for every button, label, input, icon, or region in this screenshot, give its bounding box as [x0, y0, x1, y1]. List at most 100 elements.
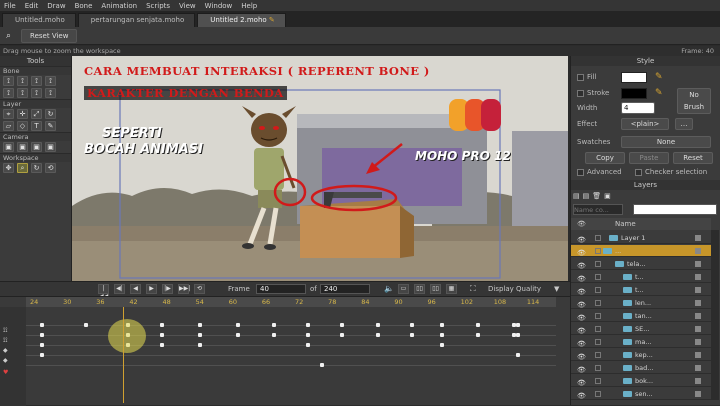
- rotate-bone-icon[interactable]: ⟟: [45, 76, 56, 86]
- play-reverse-icon[interactable]: ◀: [130, 284, 141, 294]
- layer-selection-checkbox[interactable]: [695, 300, 701, 306]
- layer-settings-icon[interactable]: ▣: [604, 192, 611, 203]
- keyframe[interactable]: [198, 333, 202, 337]
- layer-selection-checkbox[interactable]: [695, 274, 701, 280]
- keyframe[interactable]: [476, 323, 480, 327]
- text-tool-icon[interactable]: T: [31, 121, 42, 131]
- layer-visibility-checkbox[interactable]: [595, 313, 601, 319]
- keyframe[interactable]: [476, 333, 480, 337]
- menu-help[interactable]: Help: [241, 2, 257, 10]
- keyframe[interactable]: [160, 343, 164, 347]
- effect-options-button[interactable]: …: [675, 118, 693, 130]
- scale-bone-icon[interactable]: ⟟: [31, 76, 42, 86]
- search-icon[interactable]: ⌕: [6, 31, 11, 41]
- crop-icon[interactable]: ⛶: [470, 284, 476, 294]
- layer-selection-checkbox[interactable]: [695, 378, 701, 384]
- keyframe[interactable]: [306, 323, 310, 327]
- fill-checkbox[interactable]: [577, 73, 584, 81]
- keyframe[interactable]: [236, 333, 240, 337]
- layer-selection-checkbox[interactable]: [695, 326, 701, 332]
- zoom-workspace-icon[interactable]: ⌕: [17, 163, 28, 173]
- layer-row[interactable]: 👁 t...: [571, 271, 711, 283]
- menu-draw[interactable]: Draw: [47, 2, 65, 10]
- keyframe[interactable]: [516, 353, 520, 357]
- layer-row[interactable]: 👁 SE...: [571, 323, 711, 335]
- layer-selection-checkbox[interactable]: [695, 248, 701, 254]
- display-quality-dropdown[interactable]: Display Quality: [488, 285, 541, 293]
- layer-row[interactable]: 👁 t...: [571, 284, 711, 296]
- keyframe[interactable]: [40, 353, 44, 357]
- layer-row[interactable]: 👁 bok...: [571, 375, 711, 387]
- camera-track-icon[interactable]: ▣: [3, 142, 14, 152]
- camera-zoom-icon[interactable]: ▣: [17, 142, 28, 152]
- layer-selection-checkbox[interactable]: [695, 235, 701, 241]
- stroke-picker-icon[interactable]: ✎: [655, 88, 663, 98]
- timeline-track[interactable]: [26, 355, 556, 356]
- rewind-icon[interactable]: |◀◀: [98, 284, 109, 300]
- step-forward-icon[interactable]: |▶: [162, 284, 173, 294]
- checker-row[interactable]: Checker selection: [635, 168, 707, 176]
- keyframe[interactable]: [306, 333, 310, 337]
- advanced-checkbox[interactable]: [577, 168, 584, 176]
- keyframe[interactable]: [410, 323, 414, 327]
- layer-row[interactable]: 👁 sen...: [571, 388, 711, 400]
- playhead[interactable]: [123, 307, 124, 403]
- layer-row[interactable]: 👁 tan...: [571, 310, 711, 322]
- layer-visibility-checkbox[interactable]: [595, 235, 601, 241]
- layer-name-filter[interactable]: [573, 204, 623, 215]
- scale-layer-icon[interactable]: ⤢: [31, 109, 42, 119]
- layer-row[interactable]: 👁 len...: [571, 297, 711, 309]
- keyframe[interactable]: [40, 343, 44, 347]
- select-bone-icon[interactable]: ⟟: [3, 76, 14, 86]
- layer-visibility-checkbox[interactable]: [595, 352, 601, 358]
- bone-channel-icon[interactable]: ⟟⟟: [3, 327, 17, 335]
- orbit-workspace-icon[interactable]: ⟲: [45, 163, 56, 173]
- layer-selection-checkbox[interactable]: [695, 287, 701, 293]
- keyframe[interactable]: [272, 333, 276, 337]
- frame-field[interactable]: 40: [256, 284, 306, 294]
- layer-visibility-checkbox[interactable]: [595, 365, 601, 371]
- keyframe[interactable]: [40, 323, 44, 327]
- advanced-row[interactable]: Advanced: [577, 168, 622, 176]
- view-split-3-icon[interactable]: ▯▯: [430, 284, 441, 294]
- layer-selection-checkbox[interactable]: [695, 339, 701, 345]
- reset-button[interactable]: Reset: [673, 152, 713, 164]
- bone-channel-icon-2[interactable]: ⟟⟟: [3, 337, 17, 345]
- keyframe[interactable]: [440, 343, 444, 347]
- stroke-checkbox[interactable]: [577, 89, 584, 97]
- keyframe[interactable]: [320, 363, 324, 367]
- keyframe[interactable]: [198, 343, 202, 347]
- layer-channel-icon[interactable]: ◆: [3, 347, 17, 355]
- timeline-track[interactable]: [26, 365, 556, 366]
- play-icon[interactable]: ▶: [146, 284, 157, 294]
- new-layer-icon[interactable]: ▤: [573, 192, 580, 203]
- fill-picker-icon[interactable]: ✎: [655, 72, 663, 82]
- timeline-ruler[interactable]: 24 30 36 42 48 54 60 66 72 78 84 90 96 102 108 114: [26, 297, 556, 307]
- fast-forward-icon[interactable]: ▶▶|: [178, 284, 190, 294]
- view-single-icon[interactable]: ▭: [398, 284, 409, 294]
- stroke-row[interactable]: Stroke: [577, 89, 609, 97]
- keyframe[interactable]: [516, 333, 520, 337]
- menu-edit[interactable]: Edit: [25, 2, 39, 10]
- layer-selection-checkbox[interactable]: [695, 313, 701, 319]
- layer-visibility-checkbox[interactable]: [595, 326, 601, 332]
- fill-row[interactable]: Fill: [577, 73, 596, 81]
- tab-untitled-2[interactable]: Untitled 2.moho ✎: [197, 13, 286, 27]
- chevron-down-icon[interactable]: ▼: [554, 285, 559, 293]
- menu-file[interactable]: File: [4, 2, 16, 10]
- copy-button[interactable]: Copy: [585, 152, 625, 164]
- keyframe[interactable]: [236, 323, 240, 327]
- layer-selection-checkbox[interactable]: [695, 391, 701, 397]
- pencil-tool-icon[interactable]: ✎: [45, 121, 56, 131]
- keyframe[interactable]: [84, 323, 88, 327]
- bone-strength-icon[interactable]: ⟟: [31, 88, 42, 98]
- menu-scripts[interactable]: Scripts: [146, 2, 170, 10]
- effect-dropdown[interactable]: <plain>: [621, 118, 669, 130]
- keyframe[interactable]: [198, 323, 202, 327]
- workspace-canvas[interactable]: CARA MEMBUAT INTERAKSI ( REPERENT BONE )…: [72, 56, 568, 281]
- keyframe[interactable]: [160, 323, 164, 327]
- loop-icon[interactable]: ⟲: [194, 284, 205, 294]
- keyframe[interactable]: [410, 333, 414, 337]
- keyframe[interactable]: [272, 323, 276, 327]
- translate-layer-icon[interactable]: ✛: [17, 109, 28, 119]
